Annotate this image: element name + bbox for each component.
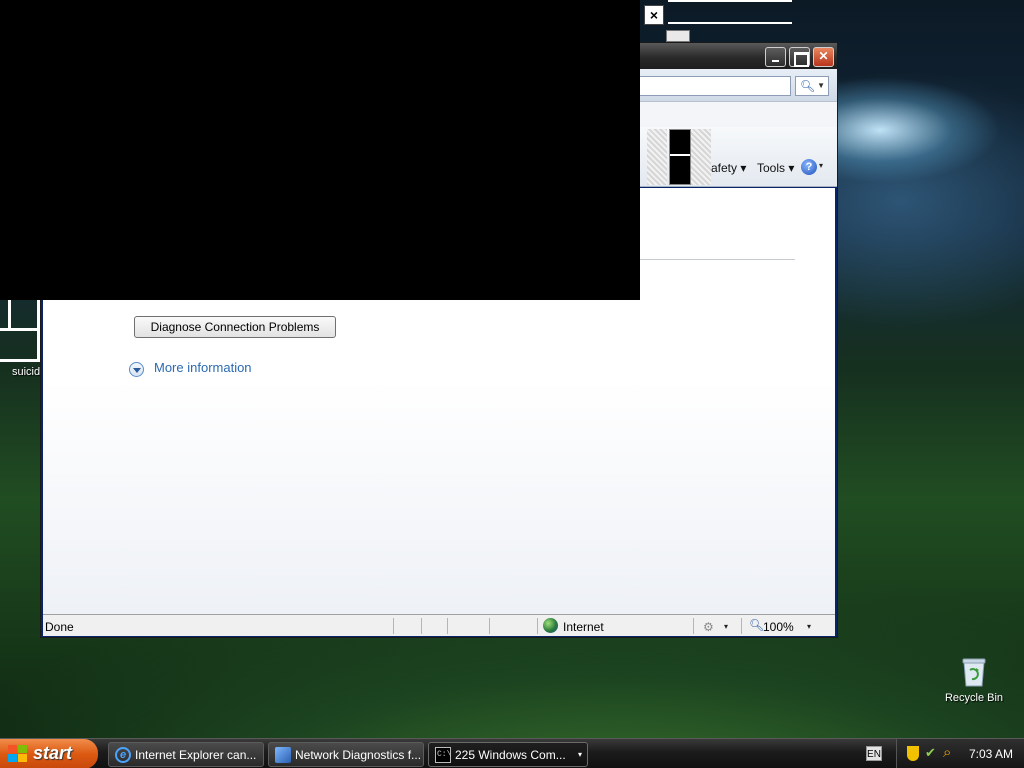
divider xyxy=(668,0,792,2)
safety-menu[interactable]: afety ▾ xyxy=(711,161,746,175)
search-icon: 🔍︎ xyxy=(800,79,816,93)
start-button[interactable]: start xyxy=(0,739,98,768)
status-separator xyxy=(693,618,694,634)
network-diagnostics-icon xyxy=(275,747,291,763)
network-icon[interactable]: ✔ xyxy=(925,745,939,761)
folder-icon xyxy=(0,300,40,362)
background-window-close-button[interactable]: × xyxy=(644,5,664,25)
status-text: Done xyxy=(45,620,74,634)
clock[interactable]: 7:03 AM xyxy=(969,747,1013,761)
diagnose-connection-problems-button[interactable]: Diagnose Connection Problems xyxy=(134,316,336,338)
status-separator xyxy=(537,618,538,634)
minimize-button[interactable] xyxy=(765,47,786,67)
help-icon[interactable]: ? xyxy=(801,159,817,175)
security-shield-icon[interactable] xyxy=(907,746,919,761)
system-tray: ✔ ⌕ 7:03 AM xyxy=(896,739,1024,768)
protected-mode-icon[interactable]: ⚙ xyxy=(703,620,714,634)
suicid-desktop-icon[interactable]: suicid xyxy=(0,300,40,378)
background-window-fragment: × xyxy=(640,0,792,42)
recycle-bin-icon xyxy=(960,656,988,688)
close-button[interactable]: ✕ xyxy=(813,47,834,67)
search-input[interactable] xyxy=(637,76,791,96)
ie-icon: e xyxy=(115,747,131,763)
taskbar-button-command-prompt-group[interactable]: C:\ 225 Windows Com... ▾ xyxy=(428,742,588,767)
search-button[interactable]: 🔍︎ ▼ xyxy=(795,76,829,96)
task-group-dropdown[interactable]: ▾ xyxy=(578,750,582,759)
black-overlay xyxy=(0,0,640,300)
zoom-level[interactable]: 100% xyxy=(763,620,794,634)
divider xyxy=(668,22,792,24)
task-label: Internet Explorer can... xyxy=(135,748,257,762)
tools-menu[interactable]: Tools ▾ xyxy=(757,161,794,175)
expand-chevron-icon[interactable] xyxy=(129,362,144,377)
recycle-bin-label: Recycle Bin xyxy=(944,692,1004,704)
toolbar-tile xyxy=(647,129,667,185)
task-label: 225 Windows Com... xyxy=(455,748,566,762)
globe-icon xyxy=(543,618,558,633)
taskbar-button-internet-explorer[interactable]: e Internet Explorer can... xyxy=(108,742,264,767)
search-options-dropdown[interactable]: ▼ xyxy=(817,77,825,95)
windows-flag-icon xyxy=(8,745,28,763)
background-window-tab xyxy=(666,30,690,42)
status-separator xyxy=(489,618,490,634)
task-label: Network Diagnostics f... xyxy=(295,748,422,762)
status-bar: Done Internet ⚙ ▾ 🔍︎ 100% ▾ xyxy=(43,614,835,636)
status-separator xyxy=(447,618,448,634)
maximize-button[interactable] xyxy=(789,47,810,67)
search-tray-icon[interactable]: ⌕ xyxy=(943,744,951,761)
zoom-icon[interactable]: 🔍︎ xyxy=(749,618,764,632)
status-separator xyxy=(393,618,394,634)
help-dropdown[interactable]: ▾ xyxy=(819,161,823,170)
toolbar-tile xyxy=(669,129,691,185)
security-zone-label[interactable]: Internet xyxy=(563,620,604,634)
status-separator xyxy=(741,618,742,634)
recycle-bin-desktop-icon[interactable]: Recycle Bin xyxy=(940,656,1008,704)
zoom-dropdown[interactable]: ▾ xyxy=(807,622,811,631)
more-information-link[interactable]: More information xyxy=(154,360,252,375)
command-prompt-icon: C:\ xyxy=(435,747,451,763)
protected-mode-dropdown[interactable]: ▾ xyxy=(724,622,728,631)
suicid-label: suicid xyxy=(12,366,41,378)
language-indicator[interactable]: EN xyxy=(866,746,882,761)
taskbar-button-network-diagnostics[interactable]: Network Diagnostics f... xyxy=(268,742,424,767)
taskbar: start e Internet Explorer can... Network… xyxy=(0,738,1024,768)
start-label: start xyxy=(33,743,73,763)
status-separator xyxy=(421,618,422,634)
toolbar-tile xyxy=(691,129,711,185)
